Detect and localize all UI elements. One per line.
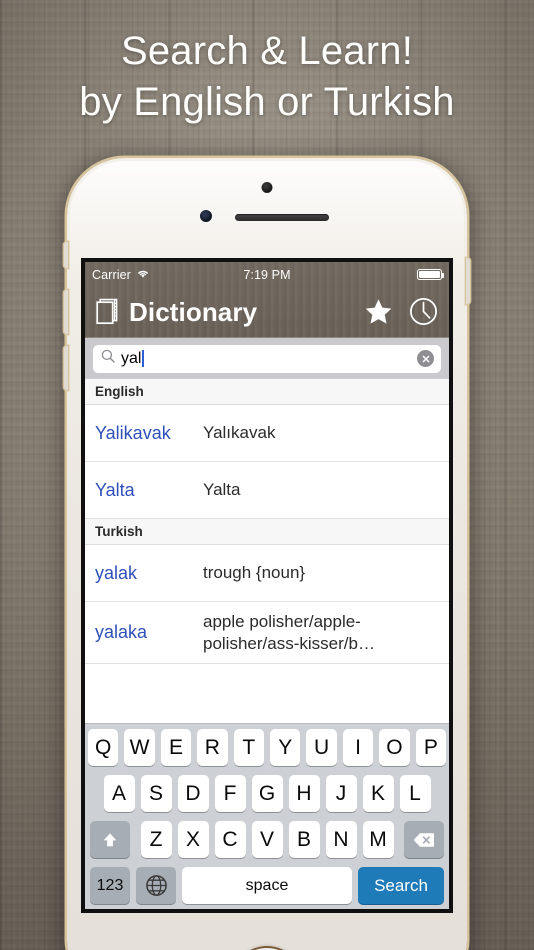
result-term: Yalikavak xyxy=(95,422,171,443)
key-o[interactable]: O xyxy=(379,729,410,766)
key-i[interactable]: I xyxy=(342,729,374,766)
key-p[interactable]: P xyxy=(415,729,447,766)
section-header-label: Turkish xyxy=(95,524,143,539)
carrier-label: Carrier xyxy=(92,267,131,282)
result-definition: Yalta xyxy=(203,480,241,499)
camera-dot-icon xyxy=(261,182,273,193)
key-v[interactable]: V xyxy=(251,821,283,858)
clear-circle-icon[interactable] xyxy=(417,350,434,367)
globe-icon[interactable] xyxy=(136,867,176,904)
proximity-sensor-icon xyxy=(200,210,212,222)
wifi-icon xyxy=(136,268,150,282)
key-r[interactable]: R xyxy=(197,729,228,766)
search-input-value: yal xyxy=(121,349,142,367)
key-k[interactable]: K xyxy=(362,775,394,812)
navigation-bar: Dictionary xyxy=(85,287,449,338)
table-row[interactable]: Yalikavak Yalıkavak xyxy=(85,405,449,462)
volume-up-button[interactable] xyxy=(64,290,68,334)
key-z[interactable]: Z xyxy=(140,821,172,858)
table-row[interactable]: Yalta Yalta xyxy=(85,462,449,519)
key-s[interactable]: S xyxy=(140,775,172,812)
result-term: Yalta xyxy=(95,479,135,500)
status-bar: Carrier 7:19 PM xyxy=(85,262,449,287)
shift-up-arrow-icon[interactable] xyxy=(90,821,130,858)
key-y[interactable]: Y xyxy=(270,729,301,766)
top-chrome: Carrier 7:19 PM Dictionary xyxy=(85,262,449,338)
key-x[interactable]: X xyxy=(177,821,209,858)
key-t[interactable]: T xyxy=(233,729,264,766)
promo-line-1: Search & Learn! xyxy=(120,29,414,73)
result-definition: Yalıkavak xyxy=(203,423,276,442)
backspace-icon[interactable] xyxy=(404,821,444,858)
phone-screen: Carrier 7:19 PM Dictionary yal English Y… xyxy=(81,258,453,913)
promo-line-2: by English or Turkish xyxy=(79,80,455,124)
result-definition: trough {noun} xyxy=(203,563,306,582)
promo-headline: Search & Learn! by English or Turkish xyxy=(0,26,534,128)
magnifier-icon xyxy=(101,349,115,368)
table-row[interactable]: yalaka apple polisher/apple-polisher/ass… xyxy=(85,602,449,664)
battery-full-icon xyxy=(417,268,445,281)
key-h[interactable]: H xyxy=(288,775,320,812)
section-header-label: English xyxy=(95,384,144,399)
book-icon xyxy=(96,298,120,325)
star-icon[interactable] xyxy=(364,297,393,326)
key-j[interactable]: J xyxy=(325,775,357,812)
key-l[interactable]: L xyxy=(399,775,431,812)
onscreen-keyboard[interactable]: Q W E R T Y U I O P A S D F G H J K L Z … xyxy=(85,723,449,909)
key-w[interactable]: W xyxy=(124,729,155,766)
key-b[interactable]: B xyxy=(288,821,320,858)
section-header-turkish: Turkish xyxy=(85,519,449,545)
search-results-list[interactable]: English Yalikavak Yalıkavak Yalta Yalta … xyxy=(85,379,449,723)
result-term: yalak xyxy=(95,562,138,583)
search-bar: yal xyxy=(85,338,449,379)
volume-down-button[interactable] xyxy=(64,346,68,390)
result-definition: apple polisher/apple-polisher/ass-kisser… xyxy=(203,611,375,653)
clock-icon[interactable] xyxy=(409,297,438,326)
key-f[interactable]: F xyxy=(214,775,246,812)
power-button[interactable] xyxy=(466,258,470,304)
iphone-device-frame: Carrier 7:19 PM Dictionary yal English Y… xyxy=(64,158,470,950)
table-row[interactable]: yalak trough {noun} xyxy=(85,545,449,602)
search-input[interactable]: yal xyxy=(93,344,441,373)
key-g[interactable]: G xyxy=(251,775,283,812)
key-c[interactable]: C xyxy=(214,821,246,858)
key-u[interactable]: U xyxy=(306,729,337,766)
key-q[interactable]: Q xyxy=(87,729,119,766)
text-caret xyxy=(142,350,145,367)
key-d[interactable]: D xyxy=(177,775,209,812)
space-key[interactable]: space xyxy=(182,867,352,904)
home-button[interactable] xyxy=(230,946,304,950)
key-n[interactable]: N xyxy=(325,821,357,858)
silent-switch[interactable] xyxy=(64,242,68,268)
search-key[interactable]: Search xyxy=(358,867,444,904)
result-term: yalaka xyxy=(95,622,148,642)
section-header-english: English xyxy=(85,379,449,405)
numeric-keyboard-button[interactable]: 123 xyxy=(90,867,130,904)
key-m[interactable]: M xyxy=(362,821,394,858)
key-a[interactable]: A xyxy=(103,775,135,812)
earpiece-speaker-icon xyxy=(235,214,329,221)
key-e[interactable]: E xyxy=(160,729,192,766)
page-title: Dictionary xyxy=(129,296,258,327)
